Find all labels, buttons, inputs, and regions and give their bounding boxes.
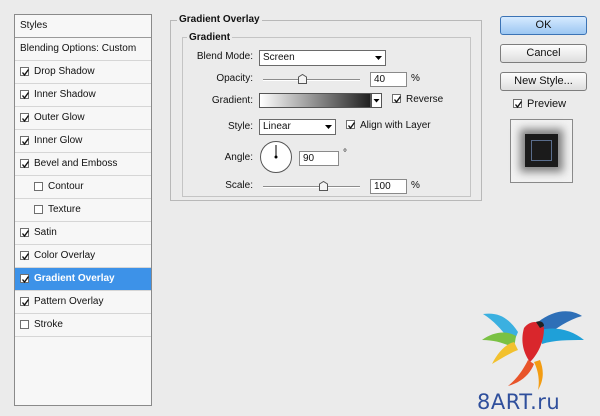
gradient-dropdown[interactable] — [371, 93, 382, 108]
style-item-label: Contour — [48, 181, 84, 192]
align-check-icon — [346, 119, 356, 130]
watermark-text: 8ART.ru — [477, 390, 561, 414]
parrot-logo-icon — [482, 311, 584, 390]
opacity-label: Opacity: — [216, 73, 253, 84]
angle-dial-needle-icon — [274, 145, 278, 159]
blend-mode-label: Blend Mode: — [196, 51, 253, 62]
style-item-stroke[interactable]: Stroke — [15, 314, 151, 337]
align-with-layer-checkbox[interactable]: Align with Layer — [346, 119, 431, 131]
style-item-label: Inner Glow — [34, 135, 83, 146]
checkbox-checked-icon[interactable] — [20, 158, 30, 168]
style-item-drop-shadow[interactable]: Drop Shadow — [15, 61, 151, 84]
angle-input[interactable]: 90 — [299, 151, 339, 166]
checkbox-checked-icon[interactable] — [20, 250, 30, 260]
style-item-label: Color Overlay — [34, 250, 96, 261]
style-item-contour[interactable]: Contour — [15, 176, 151, 199]
angle-label: Angle: — [224, 152, 253, 163]
style-item-label: Drop Shadow — [34, 66, 95, 77]
blend-mode-select[interactable]: Screen — [259, 50, 386, 66]
preview-square — [525, 134, 558, 167]
angle-dial[interactable] — [260, 141, 292, 173]
style-item-label: Bevel and Emboss — [34, 158, 118, 169]
style-select[interactable]: Linear — [259, 119, 336, 135]
checkbox-checked-icon[interactable] — [20, 273, 30, 283]
style-item-label: Inner Shadow — [34, 89, 96, 100]
scale-slider-thumb[interactable] — [319, 181, 328, 191]
style-item-label: Texture — [48, 204, 81, 215]
blend-mode-value: Screen — [263, 52, 295, 63]
style-item-color-overlay[interactable]: Color Overlay — [15, 245, 151, 268]
chevron-down-icon — [375, 56, 382, 60]
style-item-satin[interactable]: Satin — [15, 222, 151, 245]
styles-header[interactable]: Styles — [15, 15, 151, 38]
checkbox-checked-icon[interactable] — [20, 112, 30, 122]
blending-options-item[interactable]: Blending Options: Custom — [15, 38, 151, 61]
reverse-checkbox[interactable]: Reverse — [392, 93, 444, 105]
checkbox-checked-icon[interactable] — [20, 66, 30, 76]
style-item-label: Pattern Overlay — [34, 296, 104, 307]
gradient-overlay-group: Gradient Overlay Gradient Blend Mode: Sc… — [170, 14, 482, 201]
preview-label: Preview — [527, 98, 567, 110]
opacity-unit: % — [411, 73, 420, 84]
style-item-gradient-overlay[interactable]: Gradient Overlay — [15, 268, 151, 291]
style-item-pattern-overlay[interactable]: Pattern Overlay — [15, 291, 151, 314]
panel-subtitle: Gradient — [187, 32, 233, 43]
style-item-label: Stroke — [34, 319, 63, 330]
checkbox-empty-icon[interactable] — [34, 204, 43, 214]
style-item-texture[interactable]: Texture — [15, 199, 151, 222]
scale-label: Scale: — [225, 180, 253, 191]
ok-button[interactable]: OK — [500, 16, 587, 35]
chevron-down-icon — [373, 99, 380, 103]
scale-unit: % — [411, 180, 420, 191]
angle-unit: ° — [343, 148, 347, 159]
style-item-label: Satin — [34, 227, 57, 238]
checkbox-checked-icon[interactable] — [20, 296, 30, 306]
opacity-slider-track[interactable] — [263, 79, 360, 81]
style-item-outer-glow[interactable]: Outer Glow — [15, 107, 151, 130]
preview-checkbox[interactable]: Preview — [513, 98, 566, 110]
style-label: Style: — [227, 121, 253, 132]
checkbox-checked-icon[interactable] — [20, 227, 30, 237]
style-item-label: Outer Glow — [34, 112, 85, 123]
styles-list: Styles Blending Options: Custom Drop Sha… — [14, 14, 152, 406]
gradient-subgroup: Gradient Blend Mode: Screen Opacity: 40 … — [182, 32, 471, 197]
chevron-down-icon — [325, 125, 332, 129]
new-style-button[interactable]: New Style... — [500, 72, 587, 91]
reverse-label: Reverse — [406, 94, 444, 105]
align-label: Align with Layer — [360, 120, 431, 131]
opacity-input[interactable]: 40 — [370, 72, 407, 87]
checkbox-empty-icon[interactable] — [34, 181, 43, 191]
checkbox-checked-icon[interactable] — [20, 89, 30, 99]
opacity-slider-thumb[interactable] — [297, 74, 307, 84]
checkbox-empty-icon[interactable] — [20, 319, 29, 329]
preview-check-icon — [513, 98, 523, 108]
panel-title: Gradient Overlay — [177, 14, 262, 25]
preview-thumbnail — [510, 119, 573, 183]
gradient-swatch[interactable] — [259, 93, 371, 108]
style-item-bevel-and-emboss[interactable]: Bevel and Emboss — [15, 153, 151, 176]
scale-slider-track[interactable] — [263, 186, 360, 188]
checkbox-checked-icon[interactable] — [20, 135, 30, 145]
reverse-check-icon — [392, 93, 402, 104]
cancel-button[interactable]: Cancel — [500, 44, 587, 63]
style-item-inner-shadow[interactable]: Inner Shadow — [15, 84, 151, 107]
style-item-inner-glow[interactable]: Inner Glow — [15, 130, 151, 153]
scale-input[interactable]: 100 — [370, 179, 407, 194]
style-value: Linear — [263, 121, 291, 132]
gradient-label: Gradient: — [211, 95, 253, 106]
style-item-label: Gradient Overlay — [34, 273, 115, 284]
